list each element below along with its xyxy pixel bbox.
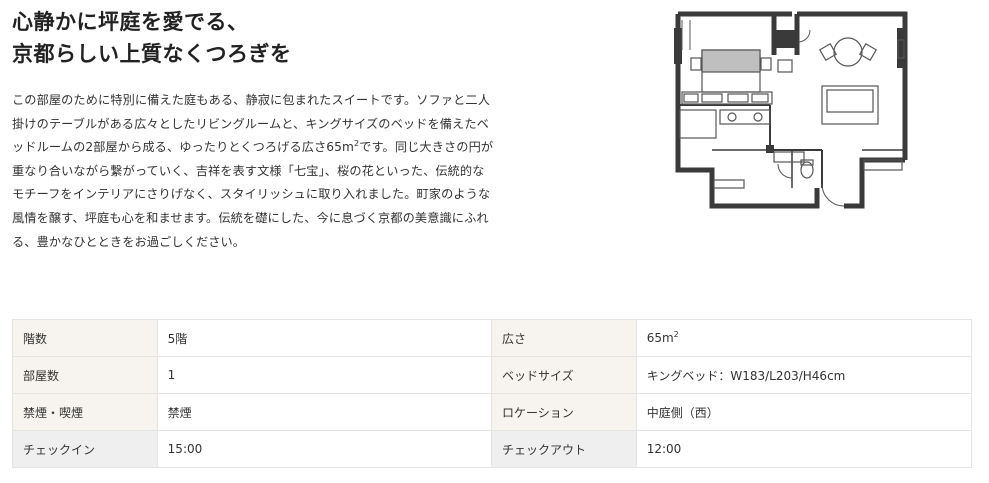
room-spec-table: 階数 5階 広さ 65m2 部屋数 1 ベッドサイズ キングベッド：W183/L… <box>12 319 973 468</box>
room-description: この部屋のために特別に備えた庭もある、静寂に包まれたスイートです。ソファと二人 … <box>12 89 520 254</box>
checkout-label: チェックアウト <box>490 430 637 468</box>
checkout-value: 12:00 <box>635 430 973 468</box>
table-row: チェックイン 15:00 チェックアウト 12:00 <box>12 430 973 468</box>
table-row: 階数 5階 広さ 65m2 <box>12 319 973 357</box>
floor-plan-image <box>674 11 908 209</box>
room-heading: 心静かに坪庭を愛でる、 京都らしい上質なくつろぎを <box>12 6 472 70</box>
description-line: 掛けのテーブルがある広々としたリビングルームと、キングサイズのベッドを備えたベ <box>12 116 489 131</box>
checkin-value: 15:00 <box>156 430 492 468</box>
description-line: ッドルームの2部屋から成る、ゆったりとくつろげる広さ65m2です。同じ大きさの円… <box>12 136 520 160</box>
bed-size-value: キングベッド：W183/L203/H46cm <box>635 356 973 394</box>
floor-label: 階数 <box>12 319 158 357</box>
description-line: 重なり合いながら繋がっていく、吉祥を表す文様「七宝」、桜の花といった、伝統的な <box>12 163 485 178</box>
area-value-text: 65m <box>646 331 674 345</box>
description-line: モチーフをインテリアにさりげなく、スタイリッシュに取り入れました。町家のような <box>12 187 491 202</box>
rooms-value: 1 <box>156 356 492 394</box>
location-label: ロケーション <box>490 393 637 431</box>
table-row: 禁煙・喫煙 禁煙 ロケーション 中庭側（西） <box>12 393 973 431</box>
description-text: です。同じ大きさの円が <box>359 140 494 155</box>
floor-value: 5階 <box>156 319 492 357</box>
description-line: この部屋のために特別に備えた庭もある、静寂に包まれたスイートです。ソファと二人 <box>12 93 490 107</box>
bed-size-label: ベッドサイズ <box>490 356 637 394</box>
location-value: 中庭側（西） <box>635 393 973 431</box>
area-value: 65m2 <box>635 319 973 357</box>
area-label: 広さ <box>490 319 637 357</box>
room-heading-line1: 心静かに坪庭を愛でる、 <box>12 9 249 34</box>
checkin-label: チェックイン <box>12 430 158 468</box>
smoking-label: 禁煙・喫煙 <box>12 393 158 431</box>
area-value-superscript: 2 <box>673 330 679 339</box>
rooms-label: 部屋数 <box>12 356 158 394</box>
smoking-value: 禁煙 <box>156 393 492 431</box>
table-row: 部屋数 1 ベッドサイズ キングベッド：W183/L203/H46cm <box>12 356 973 394</box>
description-line: る、豊かなひとときをお過ごしください。 <box>12 234 246 249</box>
description-line: 風情を醸す、坪庭も心を和ませます。伝統を礎にした、今に息づく京都の美意識にふれ <box>12 210 489 225</box>
description-text: ッドルームの2部屋から成る、ゆったりとくつろげる広さ65m <box>12 140 354 155</box>
room-heading-line2: 京都らしい上質なくつろぎを <box>12 41 292 66</box>
